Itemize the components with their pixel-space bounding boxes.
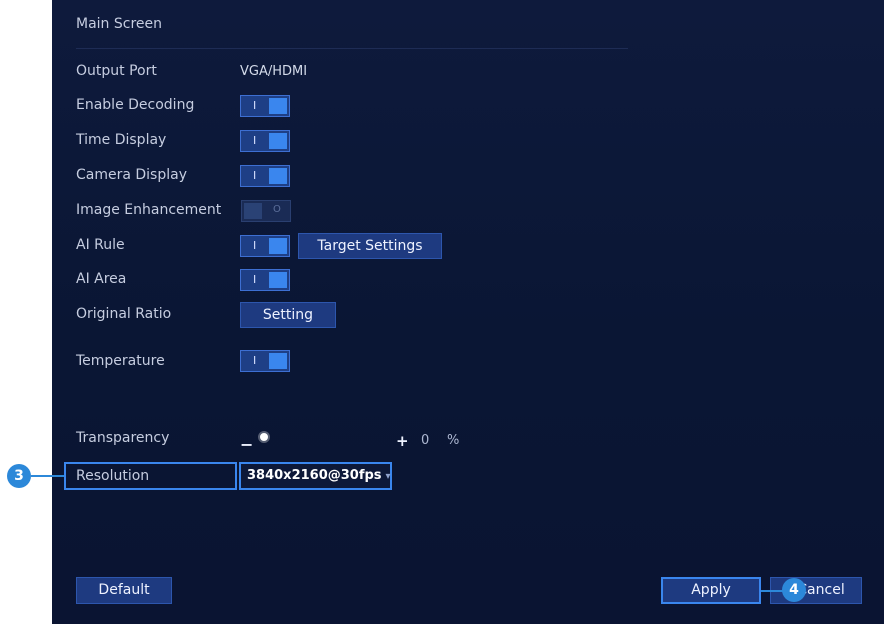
toggle-knob [269, 238, 287, 254]
transparency-increase-button[interactable]: + [396, 432, 409, 450]
transparency-label: Transparency [76, 430, 170, 446]
enable-decoding-toggle[interactable]: I [240, 95, 290, 117]
callout-connector-3 [31, 475, 64, 477]
temperature-label: Temperature [76, 353, 165, 369]
toggle-on-mark: I [253, 354, 257, 367]
resolution-value: 3840x2160@30fps [247, 468, 382, 483]
callout-badge-3: 3 [7, 464, 31, 488]
apply-button[interactable]: Apply [661, 577, 761, 604]
image-enhancement-label: Image Enhancement [76, 202, 222, 218]
transparency-slider-handle[interactable] [258, 431, 270, 443]
time-display-label: Time Display [76, 132, 167, 148]
original-ratio-setting-button[interactable]: Setting [240, 302, 336, 328]
default-button[interactable]: Default [76, 577, 172, 604]
main-screen-panel [52, 0, 884, 624]
transparency-value: 0 [421, 433, 430, 448]
ai-area-label: AI Area [76, 271, 127, 287]
title-divider [76, 48, 628, 49]
toggle-knob [269, 272, 287, 288]
toggle-knob [244, 203, 262, 219]
output-port-label: Output Port [76, 63, 157, 79]
time-display-toggle[interactable]: I [240, 130, 290, 152]
toggle-on-mark: I [253, 169, 257, 182]
toggle-knob [269, 133, 287, 149]
toggle-knob [269, 98, 287, 114]
target-settings-button[interactable]: Target Settings [298, 233, 442, 259]
original-ratio-label: Original Ratio [76, 306, 172, 322]
ai-rule-label: AI Rule [76, 237, 125, 253]
enable-decoding-label: Enable Decoding [76, 97, 195, 113]
page-title: Main Screen [76, 16, 163, 32]
toggle-off-mark: O [273, 204, 281, 215]
chevron-down-icon: ▾ [385, 471, 391, 482]
output-port-value: VGA/HDMI [240, 64, 308, 79]
transparency-decrease-button[interactable]: − [240, 435, 253, 454]
toggle-on-mark: I [253, 239, 257, 252]
callout-badge-4: 4 [782, 578, 806, 602]
temperature-toggle[interactable]: I [240, 350, 290, 372]
resolution-select[interactable]: 3840x2160@30fps ▾ [239, 462, 392, 490]
image-enhancement-toggle[interactable]: O [241, 200, 291, 222]
toggle-knob [269, 353, 287, 369]
transparency-unit: % [447, 433, 460, 448]
toggle-on-mark: I [253, 273, 257, 286]
camera-display-toggle[interactable]: I [240, 165, 290, 187]
ai-area-toggle[interactable]: I [240, 269, 290, 291]
toggle-on-mark: I [253, 134, 257, 147]
resolution-label: Resolution [76, 468, 150, 484]
camera-display-label: Camera Display [76, 167, 187, 183]
ai-rule-toggle[interactable]: I [240, 235, 290, 257]
toggle-on-mark: I [253, 99, 257, 112]
toggle-knob [269, 168, 287, 184]
